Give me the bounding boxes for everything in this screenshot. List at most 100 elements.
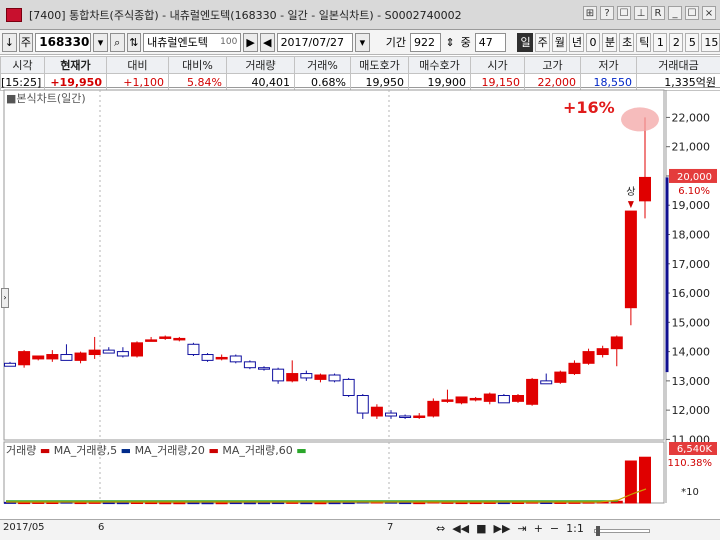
period-label: 기간 [385,36,406,49]
sort-icon[interactable]: ⇅ [126,32,142,52]
candle-body [342,378,355,397]
fit-icon[interactable]: ⇥ [517,522,526,535]
code-dropdown-icon[interactable]: ▾ [93,32,108,52]
candle-body [258,367,270,370]
volume-bar [116,502,129,505]
volume-bar [102,502,115,505]
rewind-icon[interactable]: ◀◀ [452,522,469,535]
period-day[interactable]: 일 [517,32,533,52]
link-icon[interactable]: ⊞ [583,6,597,20]
period-2[interactable]: 2 [669,32,684,52]
title-bar: [7400] 통합차트(주식종합) - 내츄럴엔도텍(168330 - 일간 -… [0,0,720,30]
pin-icon[interactable]: ⊥ [634,6,648,20]
price-chart-svg[interactable]: 11,00012,00013,00014,00015,00016,00017,0… [0,88,720,540]
stop-icon[interactable]: ■ [476,522,486,535]
period-1[interactable]: 1 [653,32,668,52]
maximize-button[interactable]: ☐ [685,6,699,20]
period-5[interactable]: 5 [685,32,700,52]
candle-body [102,349,115,354]
stock-code-input[interactable]: 168330 [35,32,92,52]
period-count-input[interactable]: 922 [409,32,442,52]
quote-header: 시가 [470,56,525,74]
candle-body [201,354,214,361]
date-dropdown-icon[interactable]: ▾ [355,32,370,52]
candle-body [215,356,228,360]
volume-bar [18,502,31,505]
volume-bar [229,502,242,505]
candle-body [427,400,440,417]
period-second[interactable]: 초 [619,32,635,52]
volume-bar [497,502,510,505]
period-minute[interactable]: 분 [601,32,618,52]
y-tick-label: 12,000 [672,404,711,417]
chart-toolbar: ↓ 주 168330 ▾ ⌕ ⇅ 내츄럴엔도텍 100 ▶ ◀ 2017/07/2… [0,30,720,55]
volume-bar [342,502,355,505]
candle-body [88,349,101,356]
close-button[interactable]: × [702,6,716,20]
volume-bar [173,502,186,505]
candle-body [18,351,31,366]
forward-icon[interactable]: ▶▶ [494,522,511,535]
refresh-icon[interactable]: R [651,6,665,20]
quote-header: 거래량 [226,56,295,74]
candle-body [469,397,482,401]
quote-header: 저가 [580,56,637,74]
candle-body [272,368,285,382]
period-tick[interactable]: 틱 [636,32,652,52]
help-icon[interactable]: ? [600,6,614,20]
play-icon[interactable]: ▶ [243,32,258,52]
back-icon[interactable]: ◀ [259,32,275,52]
quote-table: 시각 현재가 대비 대비% 거래량 거래% 매도호가 매수호가 시가 고가 저가… [0,56,720,91]
chart-nav-controls: ⇔ ◀◀ ■ ▶▶ ⇥ + − 1:1 [436,522,584,535]
volume-bar [455,502,468,505]
candle-body [399,415,412,418]
candle-body [356,395,369,414]
minimize-button[interactable]: _ [668,6,682,20]
volume-pct-tag: 110.38% [668,458,713,469]
candle-body [116,351,129,357]
candle-body [624,210,637,309]
period-zero[interactable]: 0 [585,32,600,52]
volume-bar [399,502,412,505]
date-input[interactable]: 2017/07/27 [276,32,354,52]
volume-bar [201,502,214,505]
chart-range-slider[interactable] [594,529,650,533]
chart-range-slider-knob[interactable] [596,526,600,536]
chart-area[interactable]: 11,000 12,000 13,000 14,000 15,000 16,000 17,0… [0,88,720,540]
candle-body [74,352,87,361]
screen-icon[interactable]: ☐ [617,6,631,20]
period-year[interactable]: 년 [568,32,584,52]
step-icon[interactable]: ⇕ [443,36,456,49]
current-change-tag: 6.10% [678,186,710,197]
y-tick-label: 16,000 [672,287,711,300]
candle-body [173,337,186,341]
zoom-in-icon[interactable]: + [534,522,543,535]
period-15[interactable]: 15 [701,32,720,52]
candle-body [610,336,623,350]
stock-name-field[interactable]: 내츄럴엔도텍 100 [143,32,242,52]
period-week[interactable]: 주 [534,32,550,52]
volume-bar [131,502,143,505]
volume-bar [258,502,270,505]
stock-name-text: 내츄럴엔도텍 [147,35,208,49]
candle-body [582,351,595,364]
volume-bar [512,502,524,505]
volume-bar [272,502,285,505]
quote-header-row: 시각 현재가 대비 대비% 거래량 거래% 매도호가 매수호가 시가 고가 저가… [0,56,720,74]
candle-body [187,343,200,356]
limit-up-label: 상 [626,186,635,198]
candle-body [540,380,553,385]
zoom-out-icon[interactable]: − [550,522,559,535]
volume-bar [300,502,313,505]
quote-header: 시각 [0,56,45,74]
period-month[interactable]: 월 [551,32,567,52]
candle-body [131,342,143,357]
panel-toggle-handle[interactable]: › [1,288,9,308]
date-axis-july: 7 [387,522,394,533]
zoom-ratio-label[interactable]: 1:1 [566,522,584,535]
down-arrow-icon[interactable]: ↓ [2,32,17,52]
search-icon[interactable]: ⌕ [109,32,125,52]
visible-count-input[interactable]: 47 [474,32,507,52]
stock-type-button[interactable]: 주 [18,32,34,52]
scroll-icon[interactable]: ⇔ [436,522,445,535]
